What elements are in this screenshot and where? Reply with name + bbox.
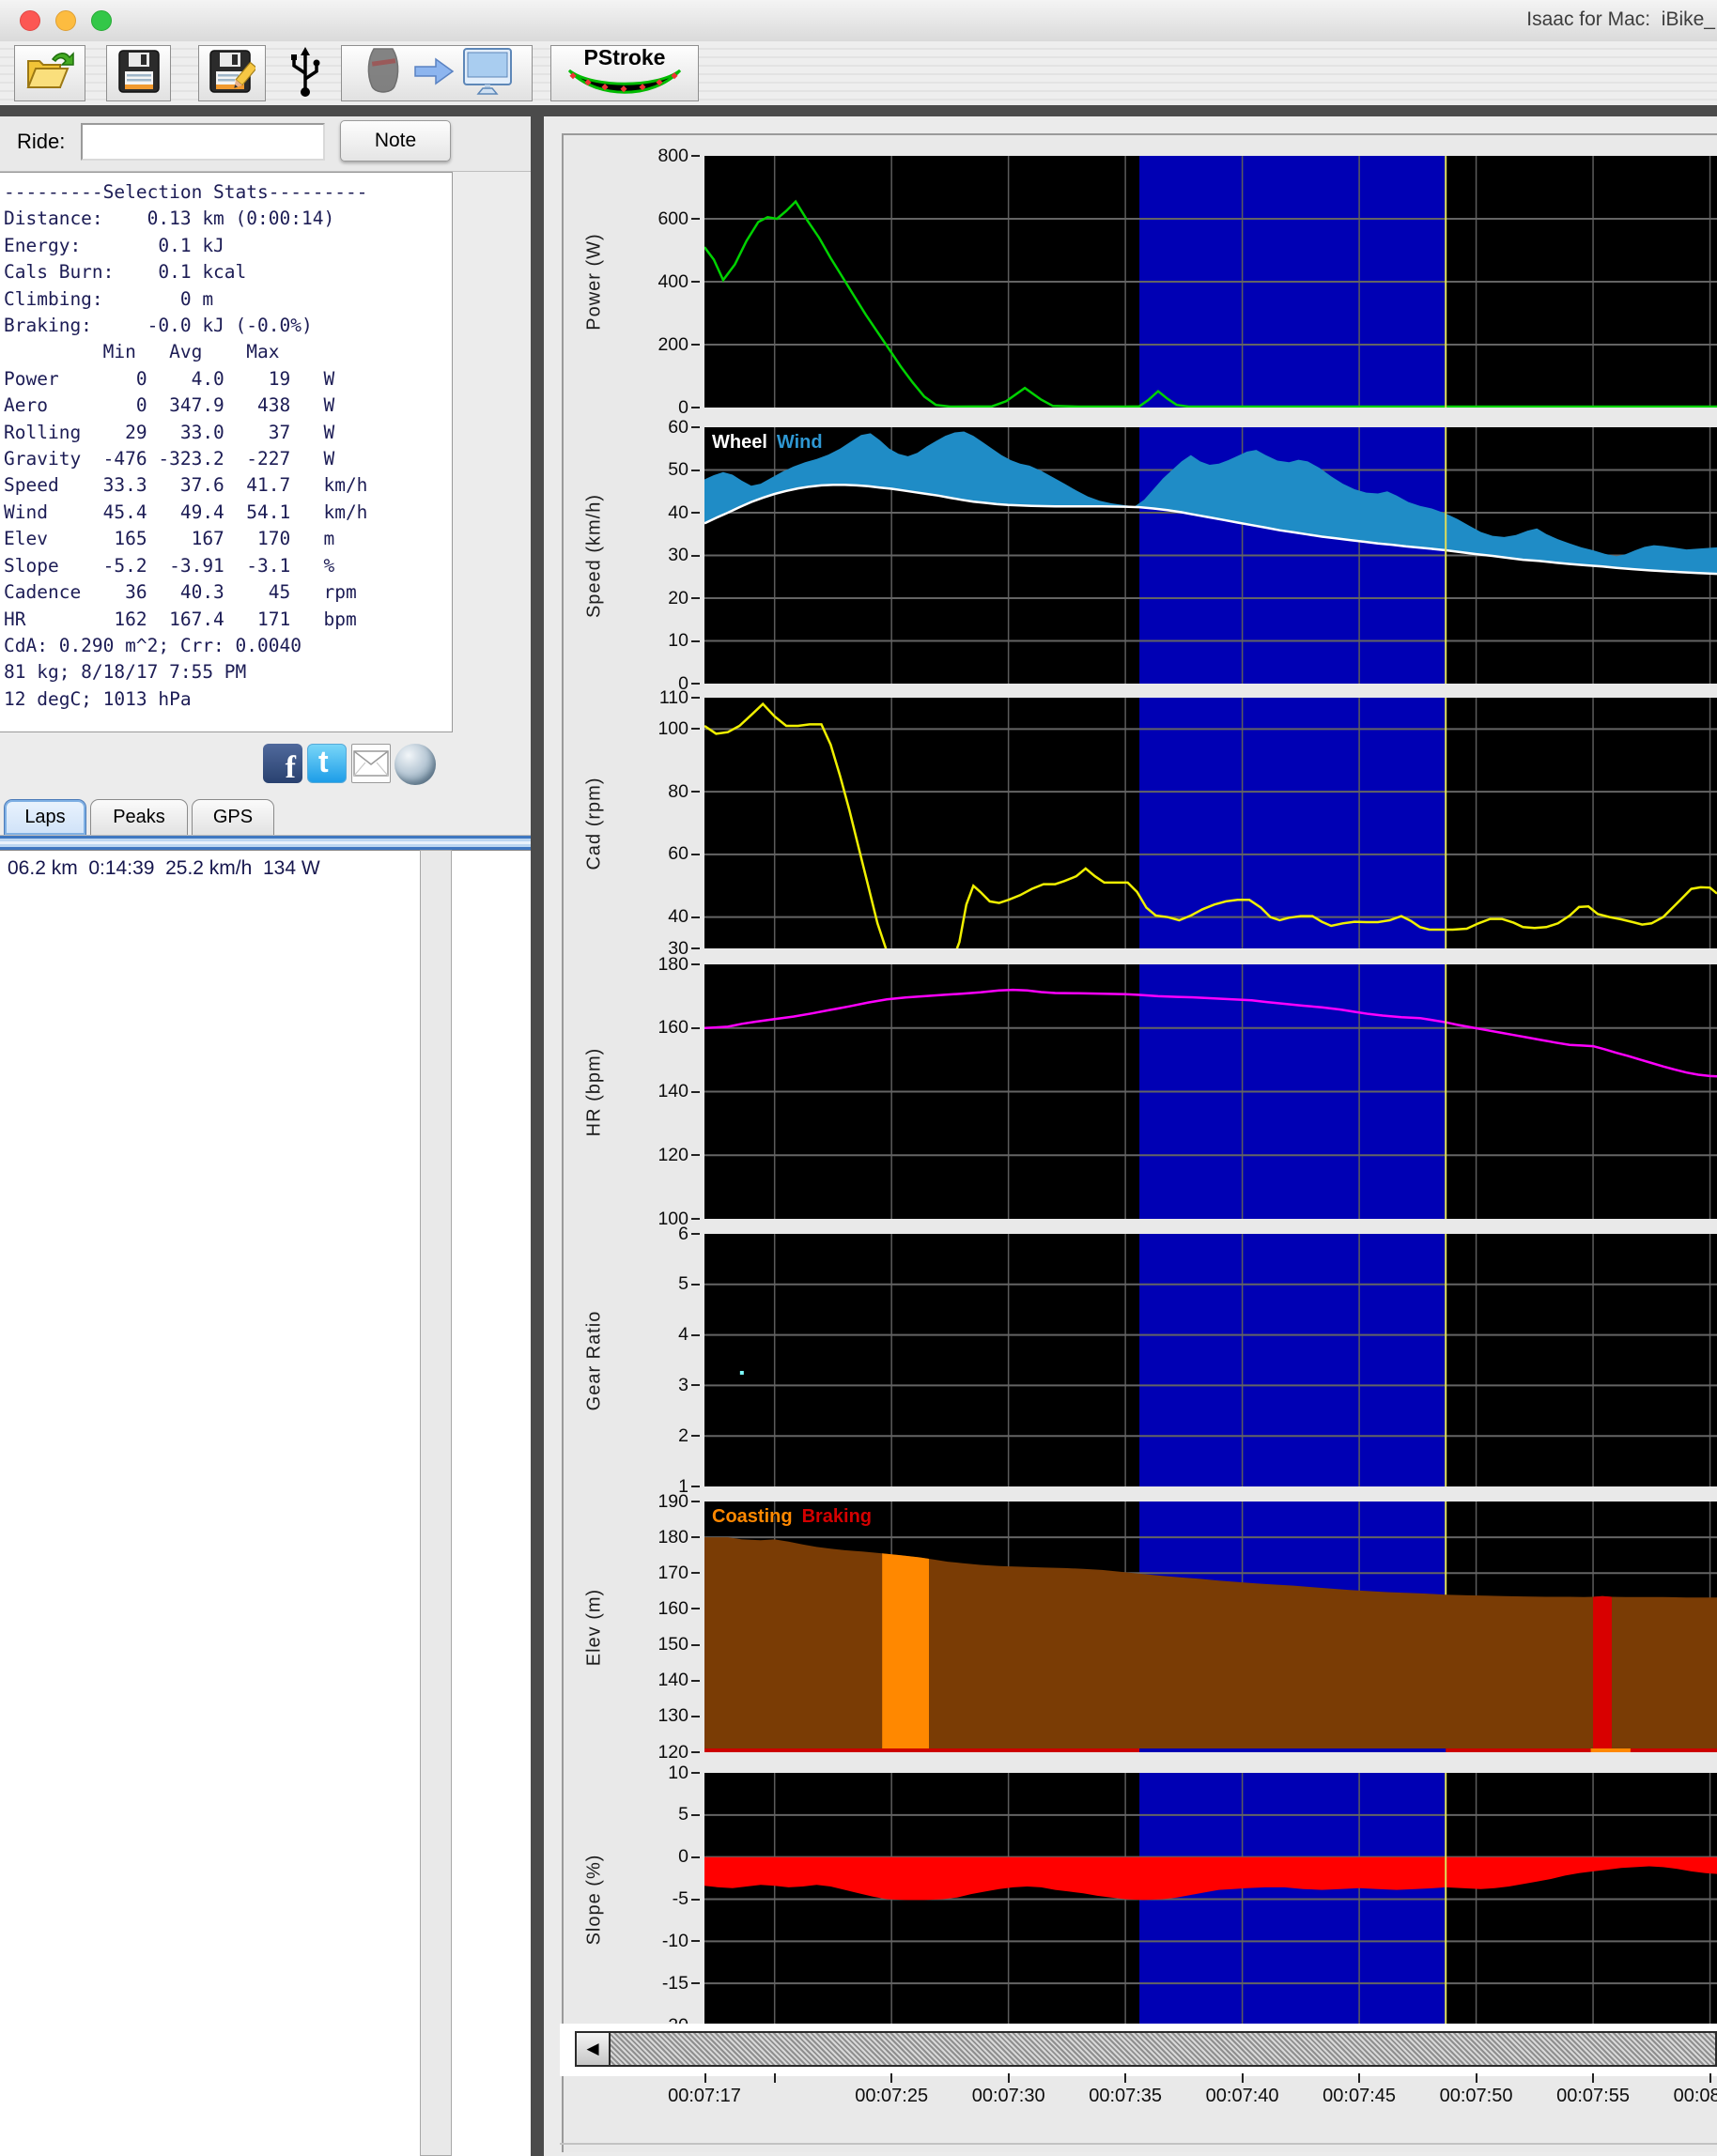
time-label: 00:08:00 (1674, 2086, 1717, 2107)
power-plot[interactable] (704, 156, 1717, 408)
time-tick (1008, 2073, 1010, 2083)
time-tick (1358, 2073, 1360, 2083)
close-button[interactable] (20, 10, 40, 31)
toolbar: PStroke (0, 41, 1717, 105)
facebook-share-icon[interactable] (263, 744, 302, 783)
gear-plot[interactable] (704, 1234, 1717, 1486)
toolbar-separator (0, 105, 1717, 116)
ibike-device-icon (361, 45, 406, 102)
computer-icon (462, 47, 513, 100)
note-button[interactable]: Note (340, 120, 451, 162)
time-tick (890, 2073, 892, 2083)
scrollbar-left-arrow[interactable]: ◀ (577, 2033, 611, 2065)
left-panel: Ride: Note ---------Selection Stats-----… (0, 116, 531, 2156)
minimize-button[interactable] (55, 10, 76, 31)
titlebar: Isaac for Mac: iBike_ (0, 0, 1717, 42)
selected-tab-strip (0, 835, 531, 850)
time-label: 00:07:40 (1206, 2086, 1279, 2107)
lap-list-scrollbar[interactable] (420, 850, 452, 2156)
ride-name-input[interactable] (81, 123, 325, 161)
zoom-button[interactable] (91, 10, 112, 31)
elev-plot[interactable] (704, 1502, 1717, 1752)
open-folder-icon (24, 50, 75, 98)
twitter-share-icon[interactable] (307, 744, 347, 783)
google-earth-icon[interactable] (394, 744, 436, 785)
selection-stats-text: ---------Selection Stats--------- Distan… (4, 179, 452, 713)
time-label: 00:07:55 (1556, 2086, 1630, 2107)
send-to-computer-button[interactable] (341, 45, 533, 101)
save-button[interactable] (106, 45, 171, 101)
time-scrollbar[interactable]: ◀ (575, 2031, 1717, 2067)
tab-gps[interactable]: GPS (192, 799, 274, 835)
time-label: 00:07:45 (1323, 2086, 1396, 2107)
time-tick (1709, 2073, 1711, 2083)
speed-plot[interactable] (704, 427, 1717, 684)
slope-plot[interactable] (704, 1773, 1717, 2025)
time-tick (704, 2073, 706, 2083)
pstroke-curve-icon (564, 68, 686, 100)
usb-icon (286, 45, 324, 102)
tab-peaks[interactable]: Peaks (90, 799, 188, 835)
ride-label: Ride: (17, 130, 65, 154)
pstroke-label: PStroke (584, 47, 666, 68)
time-label: 00:07:50 (1440, 2086, 1513, 2107)
time-tick (1476, 2073, 1477, 2083)
tab-laps[interactable]: Laps (4, 799, 86, 835)
arrow-right-icon (413, 55, 455, 92)
scrollbar-thumb[interactable] (611, 2033, 1715, 2065)
window-title: Isaac for Mac: iBike_ (1526, 8, 1715, 31)
time-tick (774, 2073, 776, 2083)
email-share-icon[interactable] (351, 744, 391, 783)
time-tick (1124, 2073, 1126, 2083)
time-tick (1242, 2073, 1244, 2083)
save-as-floppy-pencil-icon (209, 49, 255, 99)
hr-plot[interactable] (704, 964, 1717, 1219)
cad-plot[interactable] (704, 698, 1717, 948)
panel-divider (531, 116, 544, 2156)
window-bottom-edge (560, 2143, 1717, 2145)
lap-row[interactable]: 06.2 km 0:14:39 25.2 km/h 134 W (8, 857, 320, 880)
time-label: 00:07:30 (972, 2086, 1045, 2107)
time-tick (1592, 2073, 1594, 2083)
selection-stats-box: ---------Selection Stats--------- Distan… (0, 172, 453, 732)
open-file-button[interactable] (14, 45, 85, 101)
ride-bar: Ride: Note (0, 116, 531, 172)
time-label: 00:07:17 (668, 2086, 741, 2107)
save-floppy-icon (117, 49, 161, 99)
time-label: 00:07:35 (1089, 2086, 1162, 2107)
usb-button[interactable] (280, 47, 331, 100)
save-as-button[interactable] (198, 45, 266, 101)
pstroke-button[interactable]: PStroke (550, 45, 699, 101)
time-label: 00:07:25 (855, 2086, 928, 2107)
